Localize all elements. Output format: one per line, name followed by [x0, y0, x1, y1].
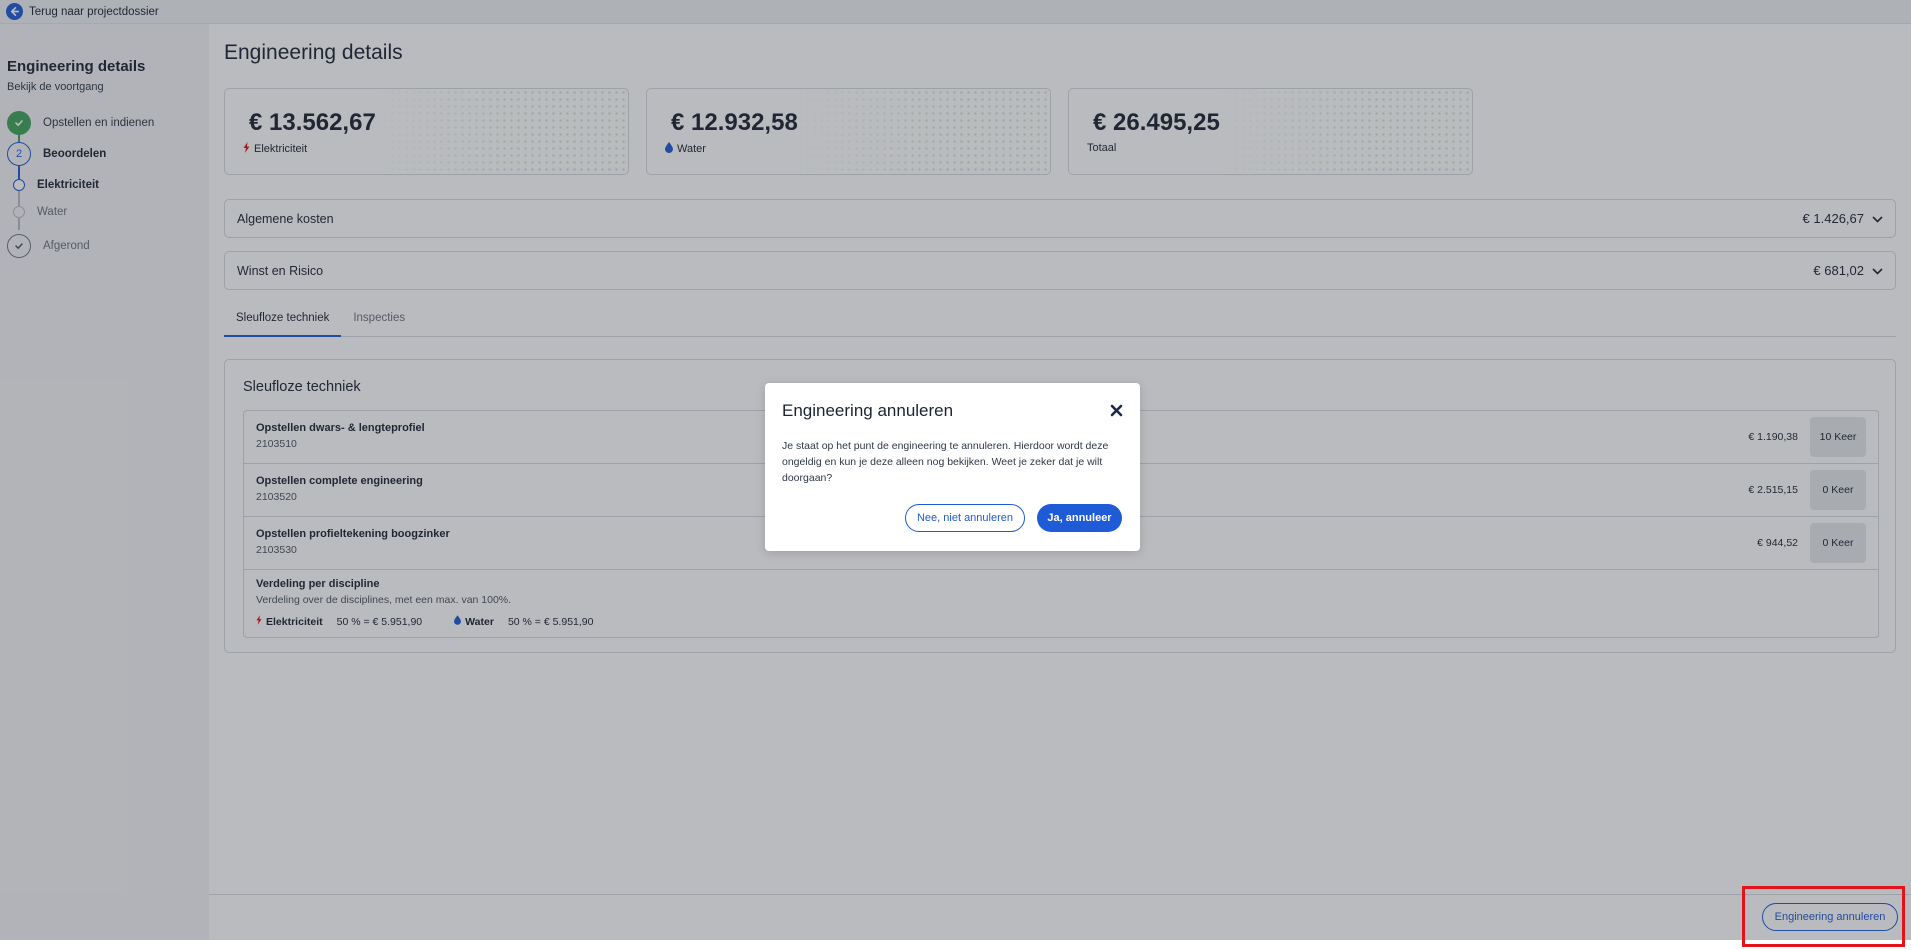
close-icon[interactable]	[1108, 402, 1124, 418]
bottom-strip	[0, 940, 1911, 950]
ja-annuleer-button[interactable]: Ja, annuleer	[1037, 504, 1122, 532]
dialog-message: Je staat op het punt de engineering te a…	[782, 440, 1109, 484]
dialog-title: Engineering annuleren	[782, 401, 954, 420]
cancel-engineering-dialog: Engineering annuleren Je staat op het pu…	[765, 383, 1140, 551]
nee-niet-annuleren-button[interactable]: Nee, niet annuleren	[905, 504, 1025, 532]
highlight-box	[1742, 886, 1905, 947]
